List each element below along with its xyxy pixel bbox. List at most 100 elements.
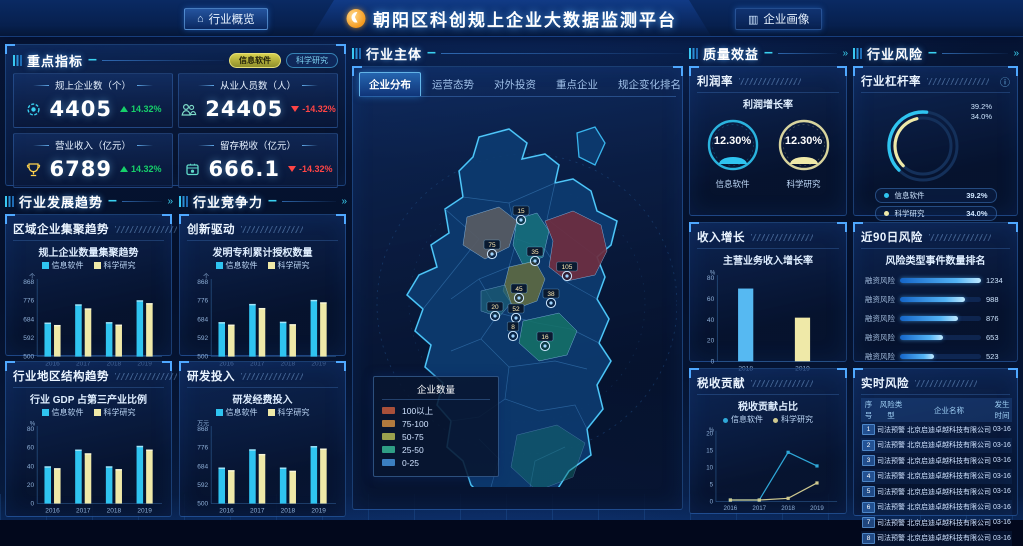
hatch-decor [241, 373, 303, 380]
tab-重点企业[interactable]: 重点企业 [547, 73, 607, 96]
rnd-panel: 研发投入 研发经费投入信息软件科学研究万元5005926847768682016… [179, 361, 346, 517]
chart-legend: 信息软件科学研究 [13, 260, 164, 271]
gauge-science-research: 12.30% 科学研究 [776, 117, 832, 190]
svg-text:45: 45 [515, 286, 523, 293]
line-decor [122, 201, 163, 202]
svg-text:8: 8 [511, 324, 515, 331]
line-decor [942, 53, 1009, 54]
dash-decor: – [764, 44, 773, 62]
svg-text:75: 75 [488, 242, 496, 249]
legend-chip [382, 407, 395, 414]
svg-text:2018: 2018 [781, 505, 795, 512]
svg-text:105: 105 [562, 264, 573, 271]
more-arrows[interactable]: » [341, 196, 346, 207]
map-legend-row: 25-50 [382, 443, 490, 456]
risk-rank-row: 融资风险1234 [861, 271, 1010, 290]
tab-规企变化排名[interactable]: 规企变化排名 [609, 73, 690, 96]
chart-title: 规上企业数量集聚趋势 [13, 244, 164, 259]
hatch-decor [739, 78, 801, 85]
stat-label: 留存税收（亿元） [179, 138, 337, 152]
page-title: 朝阳区科创规上企业大数据监测平台 [373, 6, 677, 31]
map-marker-8[interactable]: 8 [507, 322, 519, 341]
hatch-decor [751, 380, 813, 387]
svg-text:20: 20 [707, 338, 715, 345]
dash-decor: – [88, 51, 97, 69]
svg-text:10: 10 [706, 465, 713, 472]
more-arrows[interactable]: » [842, 48, 847, 59]
stat-value: 24405 [205, 97, 283, 121]
agglomeration-subtitle: 区域企业集聚趋势 [13, 221, 109, 237]
hatch-decor [915, 380, 977, 387]
svg-text:2019: 2019 [137, 508, 152, 515]
trend-section-title: 行业发展趋势 [19, 192, 103, 211]
chart-tax-share: 税收贡献占比信息软件科学研究%051015202016201720182019 [697, 398, 839, 513]
dash-decor: – [427, 44, 436, 62]
more-arrows[interactable]: » [167, 196, 172, 207]
home-icon: ⌂ [197, 13, 204, 25]
svg-text:2017: 2017 [76, 508, 91, 515]
realtime-risk-row: 1司法预警北京启迪卓越科技有限公司03-16 [861, 422, 1012, 438]
nav-industry-overview[interactable]: ⌂ 行业概览 [184, 8, 268, 30]
gauge-label: 信息软件 [705, 178, 761, 190]
toggle-science-research[interactable]: 科学研究 [286, 53, 338, 68]
quality-column: 质量效益 – » 利润率 利润增长率 12.30% 信息软件 [689, 44, 847, 514]
section-bars-icon [5, 196, 14, 207]
tab-企业分布[interactable]: 企业分布 [359, 72, 421, 96]
stat-delta: -14.32% [288, 164, 333, 174]
tab-对外投资[interactable]: 对外投资 [485, 73, 545, 96]
svg-text:500: 500 [23, 354, 34, 361]
toggle-info-software[interactable]: 信息软件 [229, 53, 281, 68]
recent-risk-panel: 近90日风险 风险类型事件数量排名 融资风险1234融资风险988融资风险876… [853, 222, 1018, 362]
chart-gdp-share: 行业 GDP 占第三产业比例信息软件科学研究%02040608020162017… [13, 391, 164, 516]
map-tabs: 企业分布运营态势对外投资重点企业规企变化排名 [359, 72, 676, 97]
main-section-title: 行业主体 [366, 44, 422, 63]
svg-text:15: 15 [706, 448, 713, 455]
realtime-risk-row: 2司法预警北京启迪卓越科技有限公司03-16 [861, 438, 1012, 454]
svg-text:684: 684 [23, 316, 34, 323]
rnd-subtitle: 研发投入 [187, 368, 235, 384]
legend-chip [382, 459, 395, 466]
recent-risk-subtitle: 近90日风险 [861, 229, 923, 245]
stat-cards: 规上企业数（个） 4405 14.32% 从业人员数（人） 24405 -14.… [13, 73, 338, 188]
map-legend-row: 50-75 [382, 430, 490, 443]
chart-legend: 信息软件科学研究 [187, 407, 338, 418]
stat-value: 666.1 [209, 157, 280, 181]
dash-decor: – [928, 44, 937, 62]
svg-text:35: 35 [531, 249, 539, 256]
svg-text:2019: 2019 [810, 505, 824, 512]
leverage-legend: 信息软件39.2%科学研究34.0% [861, 188, 1010, 221]
chart-legend: 信息软件科学研究 [13, 407, 164, 418]
top-bar: ⌂ 行业概览 朝阳区科创规上企业大数据监测平台 ▥ 企业画像 [0, 0, 1023, 36]
income-panel: 收入增长 主营业务收入增长率%02040608020182019 [689, 222, 847, 362]
tax-icon [184, 161, 201, 178]
innovation-subtitle: 创新驱动 [187, 221, 235, 237]
map-legend: 企业数量 100以上75-10050-7525-500-25 [373, 376, 499, 477]
svg-text:684: 684 [197, 316, 208, 323]
profit-subtitle: 利润率 [697, 73, 733, 89]
dash-decor: – [268, 192, 277, 210]
info-icon[interactable]: ⓘ [1000, 74, 1010, 89]
leverage-arc-labels: 39.2% 34.0% [971, 102, 992, 122]
line-decor [282, 201, 337, 202]
stat-card-tax: 留存税收（亿元） 666.1 -14.32% [178, 133, 338, 188]
risk-column: 行业风险 – » 行业杠杆率ⓘ 39.2% 34.0% 信息软件39.2%科学研… [853, 44, 1018, 516]
svg-text:776: 776 [197, 298, 208, 305]
chart-patents: 发明专利累计授权数量信息软件科学研究个500592684776868201620… [187, 244, 338, 369]
district-map[interactable]: 15753510545382052816 企业数量 100以上75-10050-… [359, 99, 676, 487]
svg-text:2016: 2016 [724, 505, 738, 512]
svg-text:15: 15 [517, 208, 525, 215]
stat-label: 从业人员数（人） [179, 78, 337, 92]
realtime-risk-row: 3司法预警北京启迪卓越科技有限公司03-16 [861, 453, 1012, 469]
nav-enterprise-portrait[interactable]: ▥ 企业画像 [735, 8, 822, 30]
income-subtitle: 收入增长 [697, 229, 745, 245]
nav-overview-label: 行业概览 [209, 11, 255, 27]
map-legend-row: 0-25 [382, 456, 490, 469]
svg-text:2019: 2019 [311, 508, 326, 515]
risk-rank-row: 融资风险653 [861, 328, 1010, 347]
svg-text:0: 0 [31, 501, 35, 508]
tab-运营态势[interactable]: 运营态势 [423, 73, 483, 96]
stat-card-employees: 从业人员数（人） 24405 -14.32% [178, 73, 338, 128]
more-arrows[interactable]: » [1013, 48, 1018, 59]
chart-rnd: 研发经费投入信息软件科学研究万元500592684776868201620172… [187, 391, 338, 516]
section-bars-icon [179, 196, 188, 207]
